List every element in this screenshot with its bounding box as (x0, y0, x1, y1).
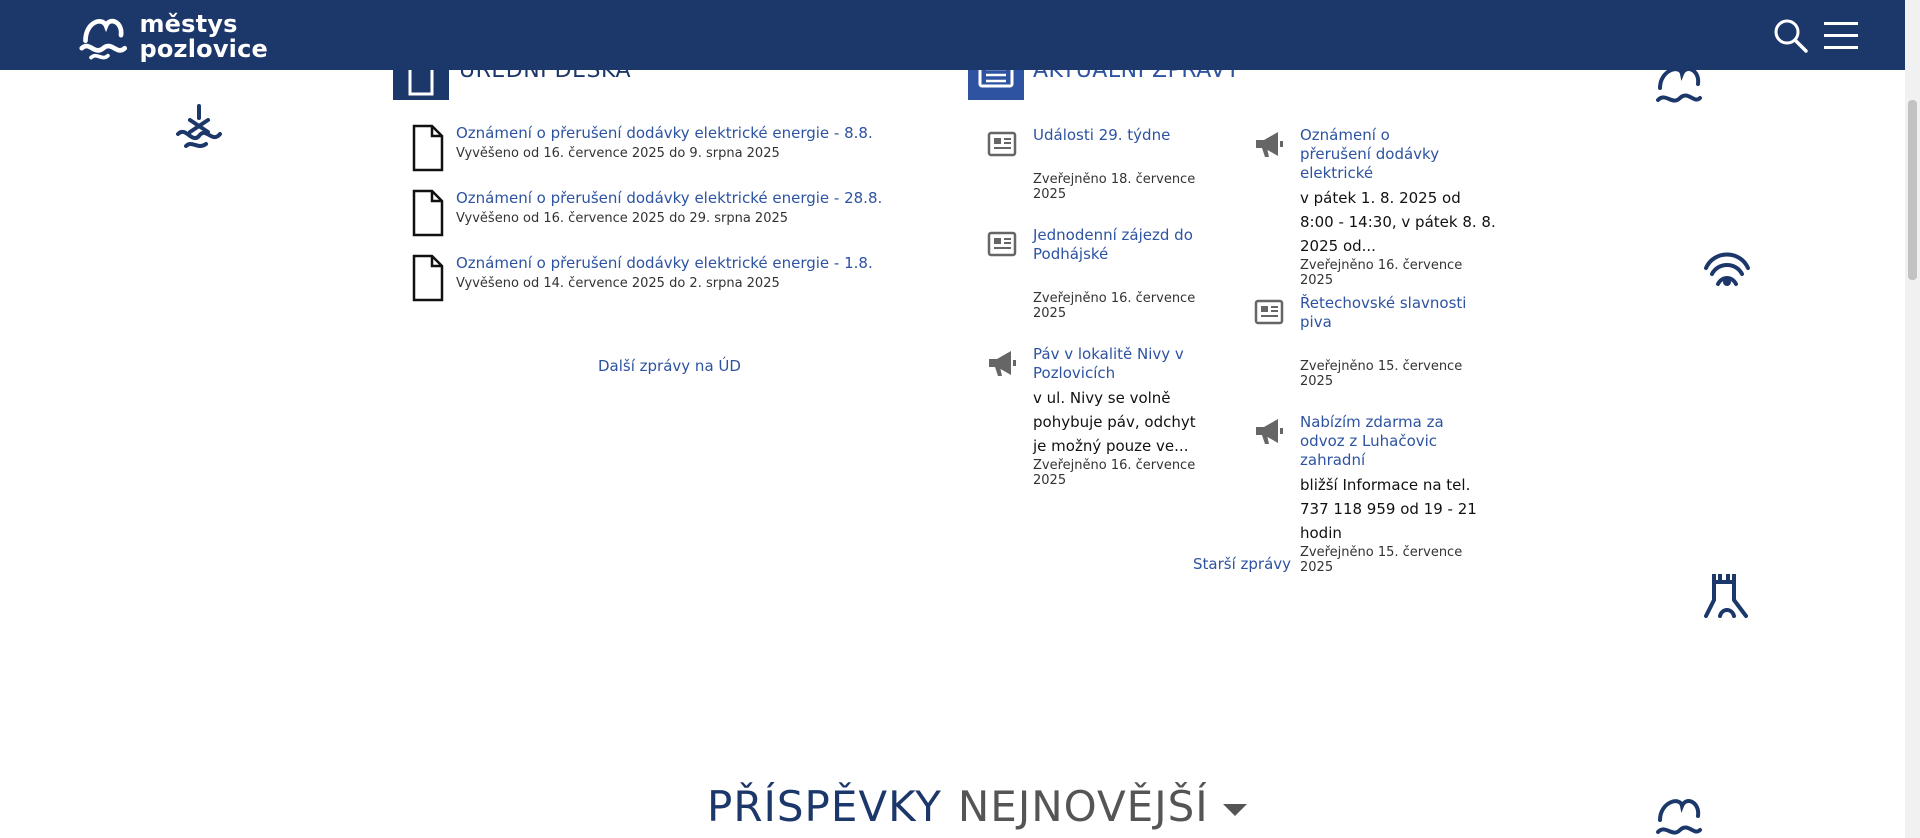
news-item-excerpt: v ul. Nivy se volně pohybuje páv, odchyt… (1033, 389, 1196, 455)
news-item: Páv v lokalitě Nivy v Pozlovicích v ul. … (1033, 345, 1268, 488)
news-item: Řetechovské slavnosti piva (1300, 294, 1500, 332)
board-item-meta: Vyvěšeno od 14. července 2025 do 2. srpn… (456, 276, 780, 291)
megaphone-icon (989, 351, 1016, 376)
document-icon (412, 189, 444, 237)
decorative-symbol-icon (1704, 252, 1750, 286)
news-item-excerpt: bližší Informace na tel. 737 118 959 od … (1300, 476, 1477, 542)
site-header: městys pozlovice (0, 0, 1905, 70)
page-scrollbar[interactable] (1905, 0, 1920, 838)
news-item-title[interactable]: Události 29. týdne (1033, 126, 1268, 145)
logo-line-2: pozlovice (139, 35, 268, 63)
news-date-year: 2025 (1033, 473, 1067, 488)
older-news-link[interactable]: Starší zprávy (1193, 555, 1291, 573)
logo-emblem-icon (79, 18, 128, 60)
scrollbar-thumb[interactable] (1908, 100, 1917, 280)
news-item-title[interactable]: Řetechovské slavnosti piva (1300, 294, 1470, 332)
hamburger-menu-icon (1824, 22, 1858, 49)
news-date-year: 2025 (1300, 374, 1334, 389)
newspaper-icon (1254, 299, 1284, 325)
board-item-meta: Vyvěšeno od 16. července 2025 do 9. srpn… (456, 146, 780, 161)
news-item-title[interactable]: Jednodenní zájezd do Podhájské (1033, 226, 1268, 264)
news-item-date: Zveřejněno 16. července 2025 (1033, 291, 1268, 321)
search-icon (1774, 19, 1808, 53)
news-item-title[interactable]: Nabízím zdarma za odvoz z Luhačovic zahr… (1300, 413, 1490, 470)
posts-heading-title: PŘÍSPĚVKY (707, 782, 942, 831)
news-item-excerpt: v pátek 1. 8. 2025 od 8:00 - 14:30, v pá… (1300, 189, 1496, 255)
posts-filter-select[interactable]: NEJNOVĚJŠÍ (958, 782, 1209, 831)
megaphone-icon (1256, 132, 1283, 157)
news-date-year: 2025 (1300, 560, 1334, 575)
decorative-symbol-icon (1704, 574, 1748, 618)
board-list-item: Oznámení o přerušení dodávky elektrické … (412, 254, 932, 302)
news-date-year: 2025 (1300, 273, 1334, 288)
board-list-item: Oznámení o přerušení dodávky elektrické … (412, 189, 932, 237)
news-date-line: Zveřejněno 16. července (1300, 258, 1463, 273)
more-board-link[interactable]: Další zprávy na ÚD (598, 357, 741, 375)
decorative-symbol-icon (1656, 799, 1702, 835)
newspaper-icon (987, 131, 1017, 157)
menu-button[interactable] (1824, 20, 1858, 52)
newspaper-icon (987, 231, 1017, 257)
decorative-symbol-icon (176, 104, 222, 148)
megaphone-icon (1256, 419, 1283, 444)
news-item: Nabízím zdarma za odvoz z Luhačovic zahr… (1300, 413, 1500, 575)
board-item-meta: Vyvěšeno od 16. července 2025 do 29. srp… (456, 211, 789, 226)
posts-heading: PŘÍSPĚVKY NEJNOVĚJŠÍ (707, 782, 1247, 831)
news-item: Události 29. týdne (1033, 126, 1268, 145)
chevron-down-icon[interactable] (1222, 803, 1247, 816)
logo-line-1: městys (139, 10, 238, 38)
news-date-year: 2025 (1033, 306, 1067, 321)
news-item-date: Zveřejněno 18. července 2025 (1033, 172, 1268, 202)
board-item-link[interactable]: Oznámení o přerušení dodávky elektrické … (456, 124, 932, 142)
document-icon (412, 254, 444, 302)
news-item-date: Zveřejněno 15. července 2025 (1300, 359, 1500, 389)
logo-text: městys pozlovice (139, 12, 268, 62)
board-item-link[interactable]: Oznámení o přerušení dodávky elektrické … (456, 254, 932, 272)
news-date-year: 2025 (1033, 187, 1067, 202)
news-item-title[interactable]: Páv v lokalitě Nivy v Pozlovicích (1033, 345, 1268, 383)
document-icon (412, 124, 444, 172)
news-date-line: Zveřejněno 16. července (1033, 458, 1196, 473)
news-date-line: Zveřejněno 18. července (1033, 172, 1196, 187)
news-item-title[interactable]: Oznámení o přerušení dodávky elektrické (1300, 126, 1450, 183)
site-logo[interactable]: městys pozlovice (78, 11, 268, 63)
news-date-line: Zveřejněno 15. července (1300, 359, 1463, 374)
news-date-line: Zveřejněno 16. července (1033, 291, 1196, 306)
news-date-line: Zveřejněno 15. července (1300, 545, 1463, 560)
news-item: Jednodenní zájezd do Podhájské (1033, 226, 1268, 264)
board-list-item: Oznámení o přerušení dodávky elektrické … (412, 124, 932, 172)
news-item: Oznámení o přerušení dodávky elektrické … (1300, 126, 1500, 288)
search-button[interactable] (1773, 18, 1809, 54)
board-item-link[interactable]: Oznámení o přerušení dodávky elektrické … (456, 189, 932, 207)
